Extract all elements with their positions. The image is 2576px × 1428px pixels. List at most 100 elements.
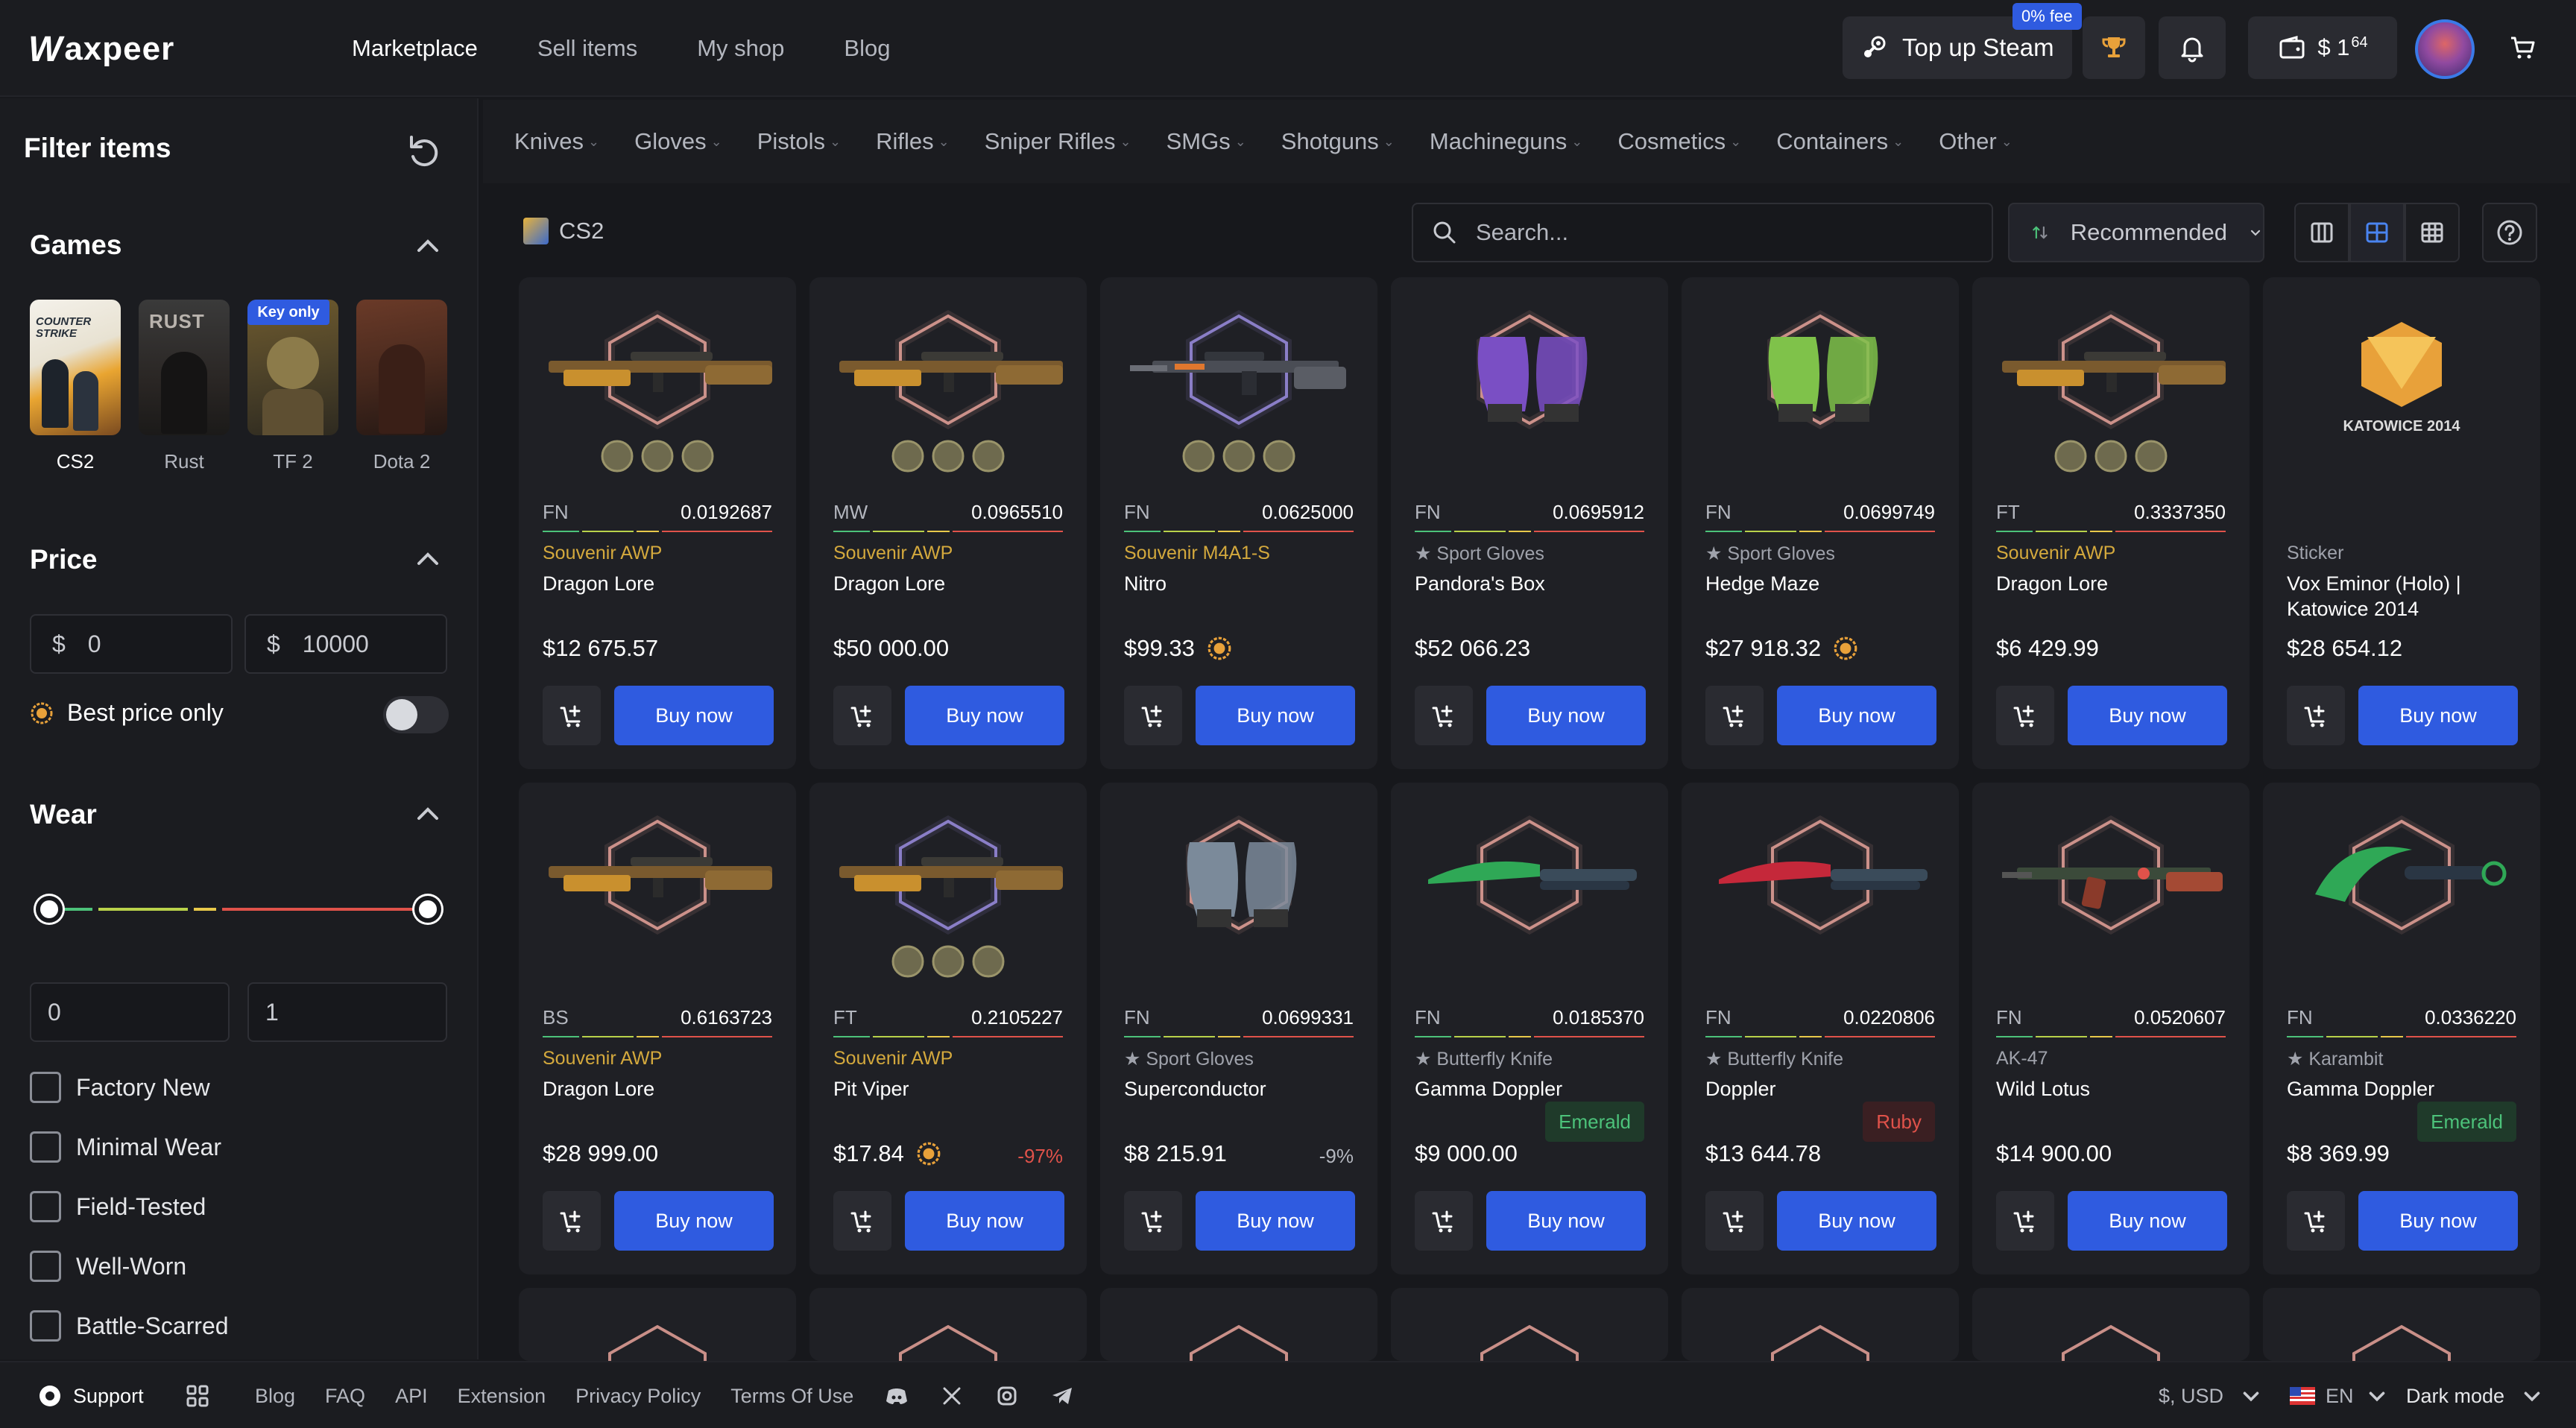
logo[interactable]: Waxpeer — [28, 28, 174, 70]
item-card[interactable]: FN 0.0520607 AK-47 Wild Lotus $14 900.00 Buy … — [1972, 783, 2250, 1274]
buy-now-button[interactable]: Buy now — [1486, 1191, 1646, 1251]
discord-icon[interactable] — [884, 1383, 909, 1409]
item-card[interactable]: KATOWICE 2014 Sticker Vox Eminor (Holo) | … — [2263, 277, 2540, 769]
buy-now-button[interactable]: Buy now — [2068, 686, 2227, 745]
buy-now-button[interactable]: Buy now — [2358, 686, 2518, 745]
wear-max-input[interactable]: 1 — [247, 982, 447, 1042]
buy-now-button[interactable]: Buy now — [905, 1191, 1064, 1251]
category-cosmetics[interactable]: Cosmetics ⌄ — [1617, 128, 1741, 155]
buy-now-button[interactable]: Buy now — [1196, 686, 1355, 745]
nav-my-shop[interactable]: My shop — [697, 30, 784, 67]
category-smgs[interactable]: SMGs ⌄ — [1167, 128, 1246, 155]
checkbox-box[interactable] — [30, 1072, 61, 1103]
wear-minimal-wear-checkbox[interactable]: Minimal Wear — [30, 1131, 221, 1163]
item-card[interactable]: FN 0.0220806 ★ Butterfly Knife Doppler Ruby $… — [1682, 783, 1959, 1274]
best-price-toggle[interactable] — [383, 696, 449, 733]
item-card[interactable]: BS 0.6163723 Souvenir AWP Dragon Lore $28 99… — [519, 783, 796, 1274]
collapse-price-chevron-up-icon[interactable] — [410, 541, 446, 577]
language-selector[interactable]: EN — [2290, 1362, 2390, 1428]
buy-now-button[interactable]: Buy now — [1486, 686, 1646, 745]
game-rust[interactable]: RUST Rust — [139, 300, 230, 473]
nav-sell-items[interactable]: Sell items — [537, 30, 637, 67]
wear-min-handle[interactable] — [36, 896, 63, 923]
item-card[interactable]: FN 0.0192687 Souvenir AWP Dragon Lore $12 67… — [519, 277, 796, 769]
game-tf2[interactable]: Key only TF 2 — [247, 300, 338, 473]
help-button[interactable] — [2482, 203, 2537, 262]
avatar[interactable] — [2415, 19, 2475, 79]
nav-blog[interactable]: Blog — [844, 30, 890, 67]
sort-dropdown[interactable]: Recommended — [2008, 203, 2264, 262]
add-to-cart-button[interactable] — [1415, 1191, 1473, 1251]
buy-now-button[interactable]: Buy now — [1777, 686, 1936, 745]
item-card[interactable]: FN 0.0336220 ★ Karambit Gamma Doppler Emeral… — [2263, 783, 2540, 1274]
view-grid-button[interactable] — [2349, 203, 2405, 262]
wear-battle-scarred-checkbox[interactable]: Battle-Scarred — [30, 1310, 229, 1342]
item-card-partial[interactable] — [809, 1288, 1087, 1361]
theme-selector[interactable]: Dark mode — [2406, 1362, 2545, 1428]
telegram-icon[interactable] — [1049, 1383, 1075, 1409]
notifications-button[interactable] — [2159, 16, 2226, 79]
checkbox-box[interactable] — [30, 1131, 61, 1163]
buy-now-button[interactable]: Buy now — [905, 686, 1064, 745]
category-gloves[interactable]: Gloves ⌄ — [634, 128, 722, 155]
wear-field-tested-checkbox[interactable]: Field-Tested — [30, 1191, 206, 1222]
category-rifles[interactable]: Rifles ⌄ — [876, 128, 950, 155]
view-large-grid-button[interactable] — [2294, 203, 2349, 262]
item-card-partial[interactable] — [1972, 1288, 2250, 1361]
add-to-cart-button[interactable] — [2287, 686, 2345, 745]
game-cs2[interactable]: COUNTER STRIKE CS2 — [30, 300, 121, 473]
add-to-cart-button[interactable] — [1705, 686, 1764, 745]
footer-link-api[interactable]: API — [395, 1385, 428, 1408]
item-card[interactable]: MW 0.0965510 Souvenir AWP Dragon Lore $50 00… — [809, 277, 1087, 769]
category-other[interactable]: Other ⌄ — [1939, 128, 2012, 155]
footer-link-terms[interactable]: Terms Of Use — [730, 1385, 853, 1408]
add-to-cart-button[interactable] — [833, 686, 891, 745]
category-machineguns[interactable]: Machineguns ⌄ — [1430, 128, 1583, 155]
wear-well-worn-checkbox[interactable]: Well-Worn — [30, 1251, 186, 1282]
item-card-partial[interactable] — [1682, 1288, 1959, 1361]
buy-now-button[interactable]: Buy now — [2068, 1191, 2227, 1251]
add-to-cart-button[interactable] — [1124, 686, 1182, 745]
category-containers[interactable]: Containers ⌄ — [1776, 128, 1904, 155]
footer-link-blog[interactable]: Blog — [255, 1385, 295, 1408]
item-card-partial[interactable] — [1391, 1288, 1668, 1361]
item-card[interactable]: FN 0.0185370 ★ Butterfly Knife Gamma Dopple… — [1391, 783, 1668, 1274]
search-input[interactable]: Search... — [1412, 203, 1993, 262]
wear-max-handle[interactable] — [414, 896, 441, 923]
add-to-cart-button[interactable] — [1415, 686, 1473, 745]
reset-filters-icon[interactable] — [402, 130, 447, 174]
price-min-input[interactable]: $0 — [30, 614, 233, 674]
add-to-cart-button[interactable] — [1705, 1191, 1764, 1251]
category-pistols[interactable]: Pistols ⌄ — [757, 128, 841, 155]
buy-now-button[interactable]: Buy now — [1196, 1191, 1355, 1251]
buy-now-button[interactable]: Buy now — [2358, 1191, 2518, 1251]
add-to-cart-button[interactable] — [1124, 1191, 1182, 1251]
collapse-wear-chevron-up-icon[interactable] — [410, 796, 446, 832]
item-card-partial[interactable] — [1100, 1288, 1377, 1361]
checkbox-box[interactable] — [30, 1310, 61, 1342]
view-small-grid-button[interactable] — [2405, 203, 2460, 262]
buy-now-button[interactable]: Buy now — [614, 686, 774, 745]
item-card[interactable]: FT 0.2105227 Souvenir AWP Pit Viper $17.84 -9… — [809, 783, 1087, 1274]
wear-min-input[interactable]: 0 — [30, 982, 230, 1042]
footer-link-privacy[interactable]: Privacy Policy — [575, 1385, 701, 1408]
game-dota2[interactable]: Dota 2 — [356, 300, 447, 473]
buy-now-button[interactable]: Buy now — [1777, 1191, 1936, 1251]
item-card[interactable]: FN 0.0699749 ★ Sport Gloves Hedge Maze $27 9… — [1682, 277, 1959, 769]
footer-link-faq[interactable]: FAQ — [325, 1385, 365, 1408]
category-shotguns[interactable]: Shotguns ⌄ — [1281, 128, 1395, 155]
category-sniper-rifles[interactable]: Sniper Rifles ⌄ — [985, 128, 1131, 155]
buy-now-button[interactable]: Buy now — [614, 1191, 774, 1251]
add-to-cart-button[interactable] — [833, 1191, 891, 1251]
footer-link-extension[interactable]: Extension — [458, 1385, 546, 1408]
nav-marketplace[interactable]: Marketplace — [352, 30, 478, 67]
add-to-cart-button[interactable] — [2287, 1191, 2345, 1251]
add-to-cart-button[interactable] — [543, 686, 601, 745]
collapse-games-chevron-up-icon[interactable] — [410, 228, 446, 264]
instagram-icon[interactable] — [994, 1383, 1020, 1409]
trophy-button[interactable] — [2083, 16, 2145, 79]
cart-button[interactable] — [2490, 16, 2557, 79]
checkbox-box[interactable] — [30, 1251, 61, 1282]
checkbox-box[interactable] — [30, 1191, 61, 1222]
item-card[interactable]: FN 0.0699331 ★ Sport Gloves Superconductor $… — [1100, 783, 1377, 1274]
